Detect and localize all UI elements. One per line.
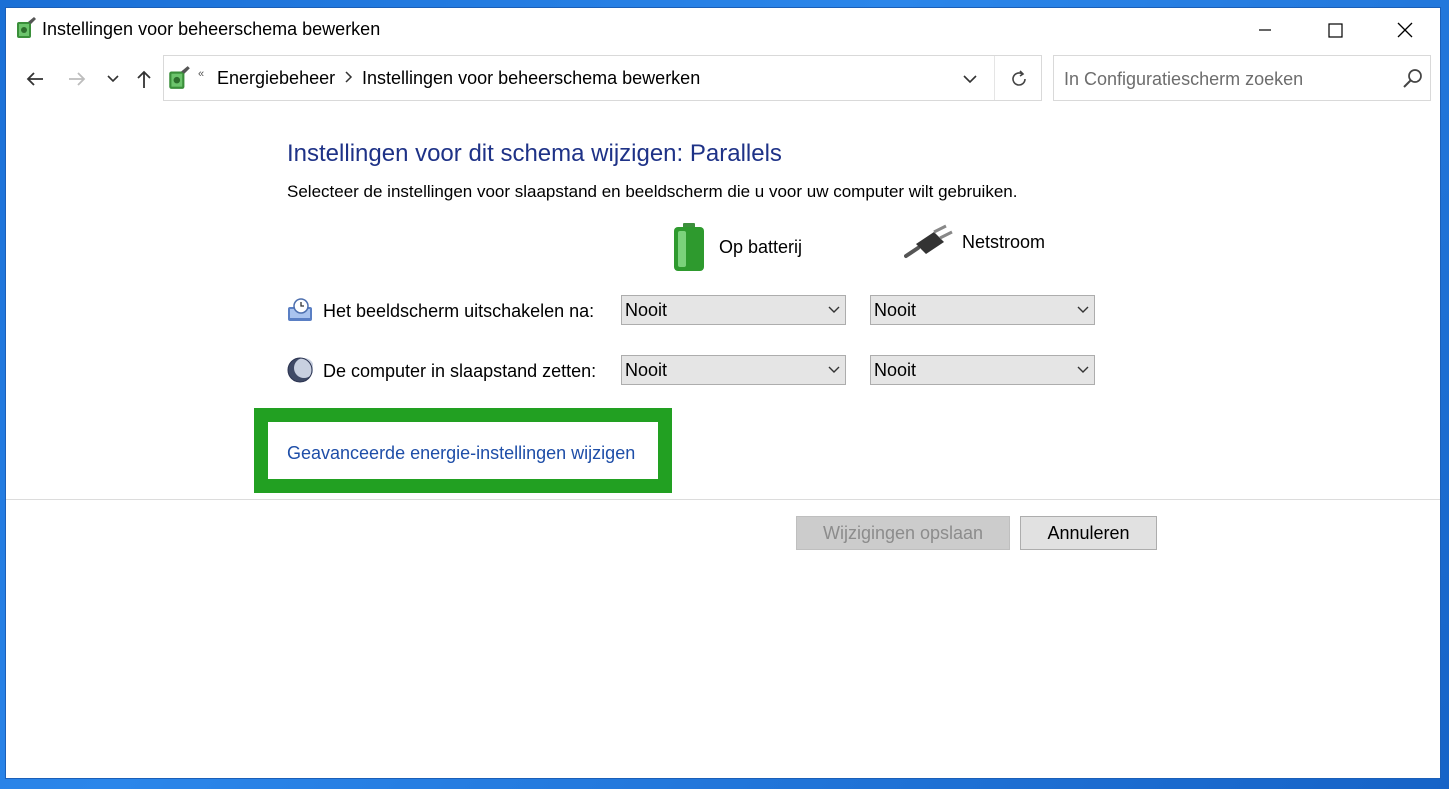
up-button[interactable] bbox=[132, 66, 156, 92]
chevron-right-icon[interactable] bbox=[345, 70, 353, 84]
arrow-up-icon bbox=[137, 70, 151, 88]
select-value: Nooit bbox=[874, 299, 917, 320]
recent-locations-button[interactable] bbox=[104, 66, 122, 92]
sleep-moon-icon bbox=[287, 357, 313, 383]
back-button[interactable] bbox=[22, 66, 48, 92]
navigation-bar: « Energiebeheer Instellingen voor beheer… bbox=[6, 54, 1440, 104]
display-off-battery-select[interactable]: Nooit bbox=[621, 295, 846, 325]
arrow-left-icon bbox=[26, 72, 43, 86]
maximize-button[interactable] bbox=[1300, 8, 1370, 52]
select-value: Nooit bbox=[625, 299, 668, 320]
refresh-button[interactable] bbox=[1004, 66, 1034, 92]
sleep-battery-select[interactable]: Nooit bbox=[621, 355, 846, 385]
forward-button[interactable] bbox=[64, 66, 90, 92]
page-title: Instellingen voor dit schema wijzigen: P… bbox=[287, 140, 782, 167]
column-header-battery: Op batterij bbox=[671, 222, 802, 272]
address-divider bbox=[994, 56, 995, 100]
select-value: Nooit bbox=[625, 359, 668, 380]
sleep-ac-select[interactable]: Nooit bbox=[870, 355, 1095, 385]
divider bbox=[6, 499, 1440, 500]
save-changes-button[interactable]: Wijzigingen opslaan bbox=[796, 516, 1010, 550]
chevron-down-icon bbox=[828, 306, 840, 313]
sleep-label: De computer in slaapstand zetten: bbox=[323, 361, 597, 381]
breadcrumb-overflow[interactable]: « bbox=[198, 68, 204, 80]
close-button[interactable] bbox=[1370, 8, 1440, 52]
column-header-ac: Netstroom bbox=[904, 222, 1045, 262]
power-plug-icon bbox=[904, 224, 953, 258]
battery-column-label: Op batterij bbox=[719, 236, 803, 257]
battery-icon bbox=[674, 223, 704, 271]
search-icon[interactable] bbox=[1402, 68, 1424, 90]
breadcrumb-current[interactable]: Instellingen voor beheerschema bewerken bbox=[362, 68, 700, 89]
power-options-icon bbox=[169, 66, 190, 89]
select-value: Nooit bbox=[874, 359, 917, 380]
minimize-button[interactable] bbox=[1230, 8, 1300, 52]
advanced-settings-link[interactable]: Geavanceerde energie-instellingen wijzig… bbox=[287, 443, 635, 464]
ac-column-label: Netstroom bbox=[962, 231, 1046, 252]
address-dropdown-button[interactable] bbox=[957, 68, 983, 90]
close-icon bbox=[1397, 22, 1413, 38]
window-title: Instellingen voor beheerschema bewerken bbox=[42, 19, 381, 39]
address-bar[interactable]: « Energiebeheer Instellingen voor beheer… bbox=[163, 55, 1042, 101]
chevron-down-icon bbox=[828, 366, 840, 373]
chevron-down-icon bbox=[107, 75, 119, 83]
maximize-icon bbox=[1327, 22, 1343, 38]
search-box[interactable] bbox=[1053, 55, 1431, 101]
arrow-right-icon bbox=[69, 72, 86, 86]
cancel-button[interactable]: Annuleren bbox=[1020, 516, 1157, 550]
minimize-icon bbox=[1259, 29, 1271, 31]
display-off-label: Het beeldscherm uitschakelen na: bbox=[323, 301, 595, 321]
chevron-down-icon bbox=[1077, 366, 1089, 373]
title-bar: Instellingen voor beheerschema bewerken bbox=[6, 8, 1440, 52]
power-options-icon bbox=[17, 17, 36, 38]
chevron-down-icon bbox=[963, 74, 977, 83]
display-timer-icon bbox=[288, 298, 312, 321]
control-panel-window: Instellingen voor beheerschema bewerken bbox=[6, 8, 1440, 778]
refresh-icon bbox=[1012, 70, 1026, 86]
search-input[interactable] bbox=[1062, 65, 1396, 93]
chevron-down-icon bbox=[1077, 306, 1089, 313]
page-description: Selecteer de instellingen voor slaapstan… bbox=[287, 182, 1018, 201]
breadcrumb-energiebeheer[interactable]: Energiebeheer bbox=[217, 68, 335, 89]
display-off-ac-select[interactable]: Nooit bbox=[870, 295, 1095, 325]
